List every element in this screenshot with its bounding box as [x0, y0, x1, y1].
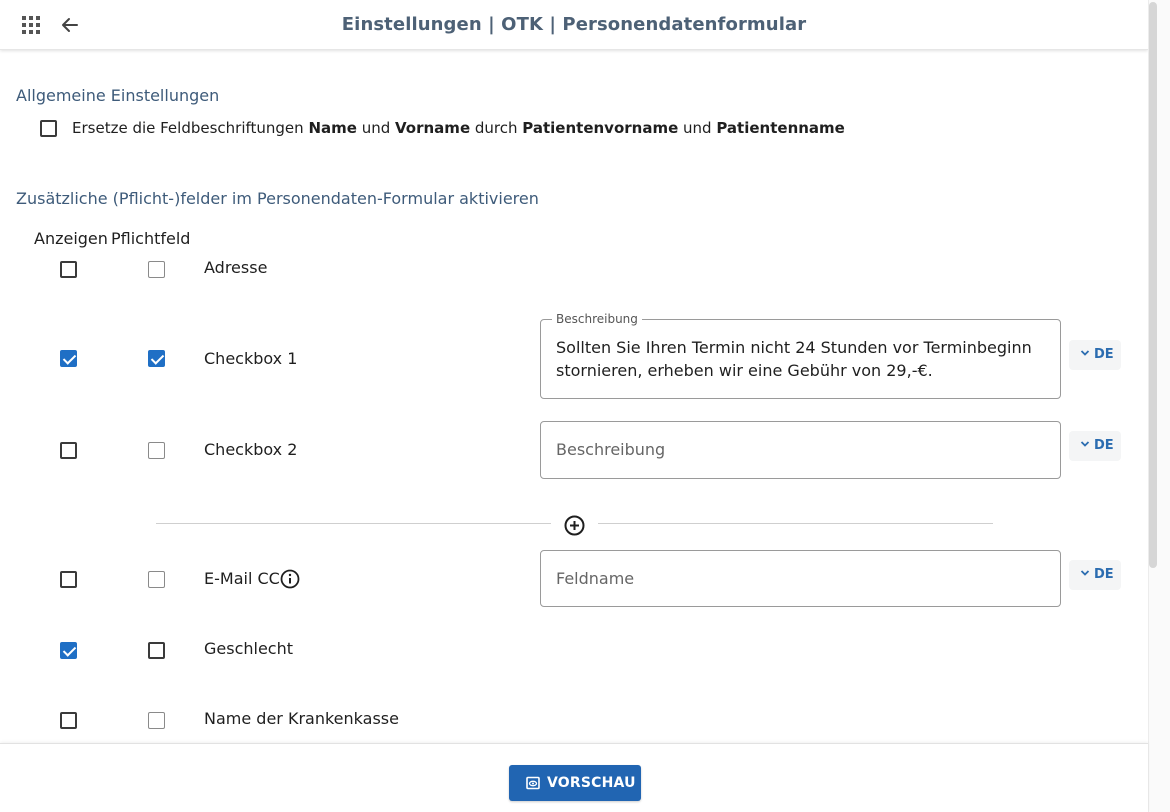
- top-bar: Einstellungen | OTK | Personendatenformu…: [0, 0, 1148, 50]
- replace-labels-checkbox[interactable]: [40, 120, 57, 137]
- show-checkbox-adresse[interactable]: [60, 261, 77, 278]
- field-label-email-cc: E-Mail CC: [204, 569, 280, 588]
- preview-button-label: VORSCHAU: [547, 775, 636, 791]
- plus-circle-icon[interactable]: [564, 515, 585, 536]
- description-field-checkbox-2[interactable]: Beschreibung: [540, 421, 1061, 479]
- show-checkbox-geschlecht[interactable]: [60, 642, 77, 659]
- required-checkbox-krankenkasse[interactable]: [148, 712, 165, 729]
- language-label: DE: [1094, 347, 1114, 362]
- language-label: DE: [1094, 567, 1114, 582]
- page-title: Einstellungen | OTK | Personendatenformu…: [341, 14, 807, 35]
- description-placeholder: Beschreibung: [556, 440, 666, 459]
- show-checkbox-checkbox-2[interactable]: [60, 442, 77, 459]
- required-checkbox-geschlecht[interactable]: [148, 642, 165, 659]
- field-label-krankenkasse: Name der Krankenkasse: [204, 709, 399, 728]
- fieldname-field-email-cc[interactable]: Feldname: [540, 550, 1061, 607]
- replace-labels-text: Ersetze die Feldbeschriftungen Name und …: [72, 119, 845, 137]
- scrollbar-thumb[interactable]: [1149, 2, 1157, 568]
- show-checkbox-krankenkasse[interactable]: [60, 712, 77, 729]
- chevron-down-icon: [1080, 570, 1090, 576]
- show-checkbox-email-cc[interactable]: [60, 571, 77, 588]
- additional-fields-title: Zusätzliche (Pflicht-)felder im Personen…: [16, 189, 539, 208]
- field-label-checkbox-2: Checkbox 2: [204, 440, 298, 459]
- field-label-checkbox-1: Checkbox 1: [204, 349, 298, 368]
- chevron-down-icon: [1080, 441, 1090, 447]
- field-label-adresse: Adresse: [204, 258, 268, 277]
- language-button-email-cc[interactable]: DE: [1069, 560, 1121, 590]
- description-legend: Beschreibung: [552, 312, 642, 326]
- general-settings-title: Allgemeine Einstellungen: [16, 86, 220, 105]
- field-label-geschlecht: Geschlecht: [204, 639, 294, 658]
- divider-left: [156, 523, 551, 524]
- required-checkbox-email-cc[interactable]: [148, 571, 165, 588]
- info-circle-icon[interactable]: [280, 569, 300, 589]
- chevron-down-icon: [1080, 350, 1090, 356]
- required-checkbox-adresse[interactable]: [148, 261, 165, 278]
- language-label: DE: [1094, 438, 1114, 453]
- footer-bar: VORSCHAU: [0, 743, 1148, 812]
- preview-button[interactable]: VORSCHAU: [509, 765, 641, 801]
- fieldname-placeholder: Feldname: [556, 569, 635, 588]
- divider-right: [598, 523, 993, 524]
- show-checkbox-checkbox-1[interactable]: [60, 350, 77, 367]
- eye-preview-icon: [526, 776, 540, 790]
- column-header-required: Pflichtfeld: [111, 229, 191, 248]
- required-checkbox-checkbox-1[interactable]: [148, 350, 165, 367]
- description-value: Sollten Sie Ihren Termin nicht 24 Stunde…: [556, 338, 1032, 380]
- column-header-show: Anzeigen: [34, 229, 108, 248]
- language-button-checkbox-1[interactable]: DE: [1069, 340, 1121, 370]
- required-checkbox-checkbox-2[interactable]: [148, 442, 165, 459]
- description-field-checkbox-1[interactable]: Beschreibung Sollten Sie Ihren Termin ni…: [540, 312, 1061, 399]
- language-button-checkbox-2[interactable]: DE: [1069, 431, 1121, 461]
